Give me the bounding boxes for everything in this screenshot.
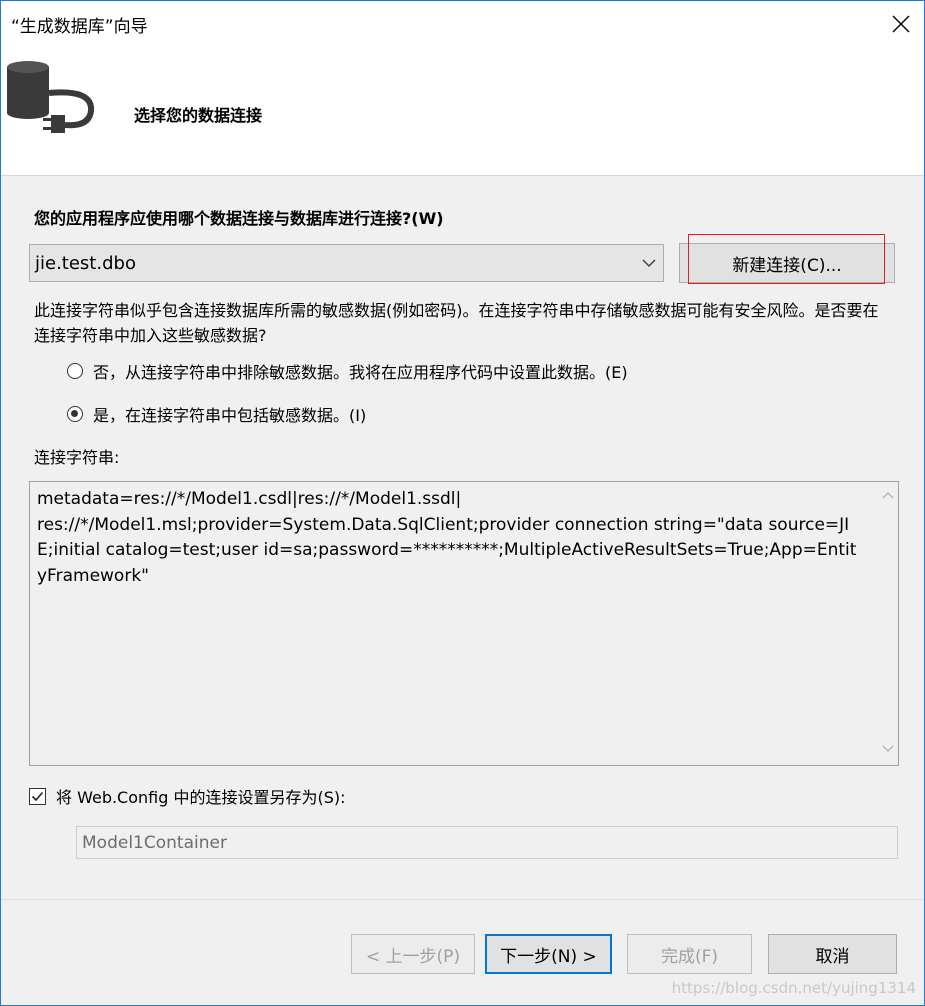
new-connection-button[interactable]: 新建连接(C)... [679,243,895,283]
radio-button[interactable] [67,363,83,379]
radio-exclude-sensitive[interactable]: 否，从连接字符串中排除敏感数据。我将在应用程序代码中设置此数据。(E) [67,359,628,383]
scroll-up-icon[interactable] [882,490,894,500]
close-icon [892,15,910,33]
wizard-header: 选择您的数据连接 [1,47,924,176]
connection-dropdown[interactable]: jie.test.dbo [29,244,664,282]
connection-string-value: metadata=res://*/Model1.csdl|res://*/Mod… [37,489,857,586]
radio-include-sensitive[interactable]: 是，在连接字符串中包括敏感数据。(I) [67,402,366,426]
save-config-checkbox[interactable] [29,787,46,805]
connection-dropdown-value: jie.test.dbo [35,252,136,274]
scroll-down-icon[interactable] [882,744,894,754]
footer-divider [1,899,924,900]
page-heading: 选择您的数据连接 [134,106,263,125]
cancel-button[interactable]: 取消 [768,934,897,974]
container-name-input[interactable]: Model1Container [76,826,898,859]
title-bar: “生成数据库”向导 [1,1,924,47]
watermark: https://blog.csdn.net/yujing1314 [671,979,916,997]
sensitive-data-warning: 此连接字符串似乎包含连接数据库所需的敏感数据(例如密码)。在连接字符串中存储敏感… [34,301,879,345]
chevron-down-icon [642,259,656,268]
radio-button-checked[interactable] [67,406,83,422]
radio-include-label: 是，在连接字符串中包括敏感数据。(I) [93,406,367,425]
database-plug-icon [7,61,95,133]
radio-exclude-label: 否，从连接字符串中排除敏感数据。我将在应用程序代码中设置此数据。(E) [93,363,628,382]
window-title: “生成数据库”向导 [11,17,148,37]
wizard-window: “生成数据库”向导 选择您的数据连接 您的应用程序应使用哪个数据连接与数据库进行… [0,0,925,1006]
next-button[interactable]: 下一步(N) > [485,934,612,974]
connection-question: 您的应用程序应使用哪个数据连接与数据库进行连接?(W) [34,209,444,228]
checkmark-icon [31,791,44,801]
close-button[interactable] [878,1,924,47]
vertical-scrollbar[interactable] [878,482,898,765]
save-config-row: 将 Web.Config 中的连接设置另存为(S): [29,784,346,808]
back-button[interactable]: < 上一步(P) [351,934,475,974]
connection-string-textbox[interactable]: metadata=res://*/Model1.csdl|res://*/Mod… [29,481,899,766]
finish-button[interactable]: 完成(F) [627,934,752,974]
save-config-label: 将 Web.Config 中的连接设置另存为(S): [56,788,346,807]
connection-string-label: 连接字符串: [34,448,120,467]
